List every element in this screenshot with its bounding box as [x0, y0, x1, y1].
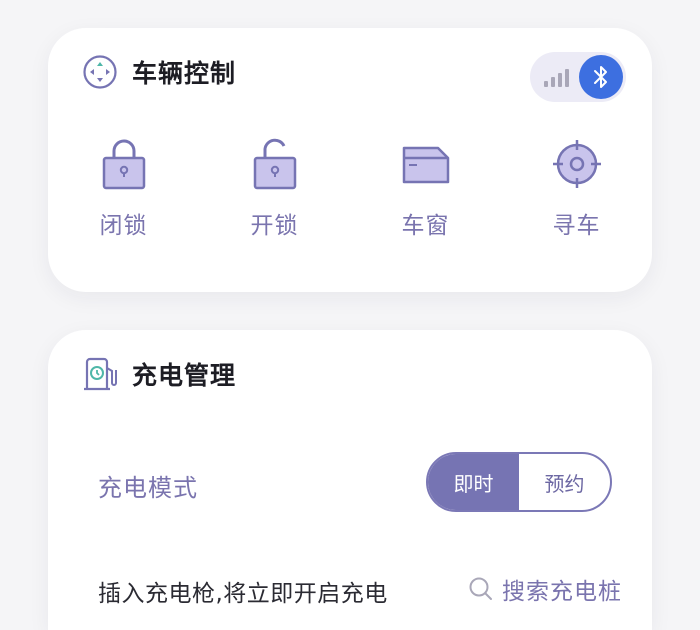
charging-station-icon [84, 357, 117, 391]
window-label: 车窗 [401, 213, 450, 239]
bluetooth-icon [594, 66, 607, 88]
charge-management-card: 充电管理 充电模式 即时 预约 插入充电枪,将立即开启充电 搜索充电桩 [48, 330, 652, 630]
mode-scheduled-option[interactable]: 预约 [519, 454, 610, 510]
search-charging-station-link[interactable]: 搜索充电桩 [468, 572, 622, 606]
lock-closed-icon [102, 139, 145, 190]
unlock-button[interactable]: 开锁 [199, 136, 350, 240]
charge-hint-text: 插入充电枪,将立即开启充电 [98, 581, 388, 607]
mode-immediate-option[interactable]: 即时 [428, 454, 519, 510]
search-charging-station-label: 搜索充电桩 [502, 579, 622, 605]
locate-car-button[interactable]: 寻车 [501, 136, 652, 240]
unlock-label: 开锁 [250, 213, 299, 239]
charge-mode-selector: 即时 预约 [426, 452, 612, 512]
signal-bars-icon [544, 69, 569, 87]
vehicle-control-header: 车辆控制 [82, 54, 236, 90]
locate-car-icon [552, 140, 601, 188]
charge-management-header: 充电管理 [82, 356, 236, 392]
lock-label: 闭锁 [99, 213, 148, 239]
car-window-icon [402, 146, 449, 184]
lock-button[interactable]: 闭锁 [48, 136, 199, 240]
connection-toggle[interactable] [530, 52, 626, 102]
bluetooth-button[interactable] [579, 55, 623, 99]
charge-mode-label: 充电模式 [98, 474, 198, 502]
vehicle-control-title: 车辆控制 [132, 59, 237, 88]
window-button[interactable]: 车窗 [350, 136, 501, 240]
lock-open-icon [253, 138, 296, 190]
charge-management-title: 充电管理 [132, 361, 237, 390]
search-icon [469, 577, 492, 600]
steering-control-icon [83, 55, 117, 89]
locate-car-label: 寻车 [552, 213, 601, 239]
vehicle-control-card: 车辆控制 闭锁 开锁 车窗 寻车 [48, 28, 652, 292]
vehicle-controls-row: 闭锁 开锁 车窗 寻车 [48, 136, 652, 240]
